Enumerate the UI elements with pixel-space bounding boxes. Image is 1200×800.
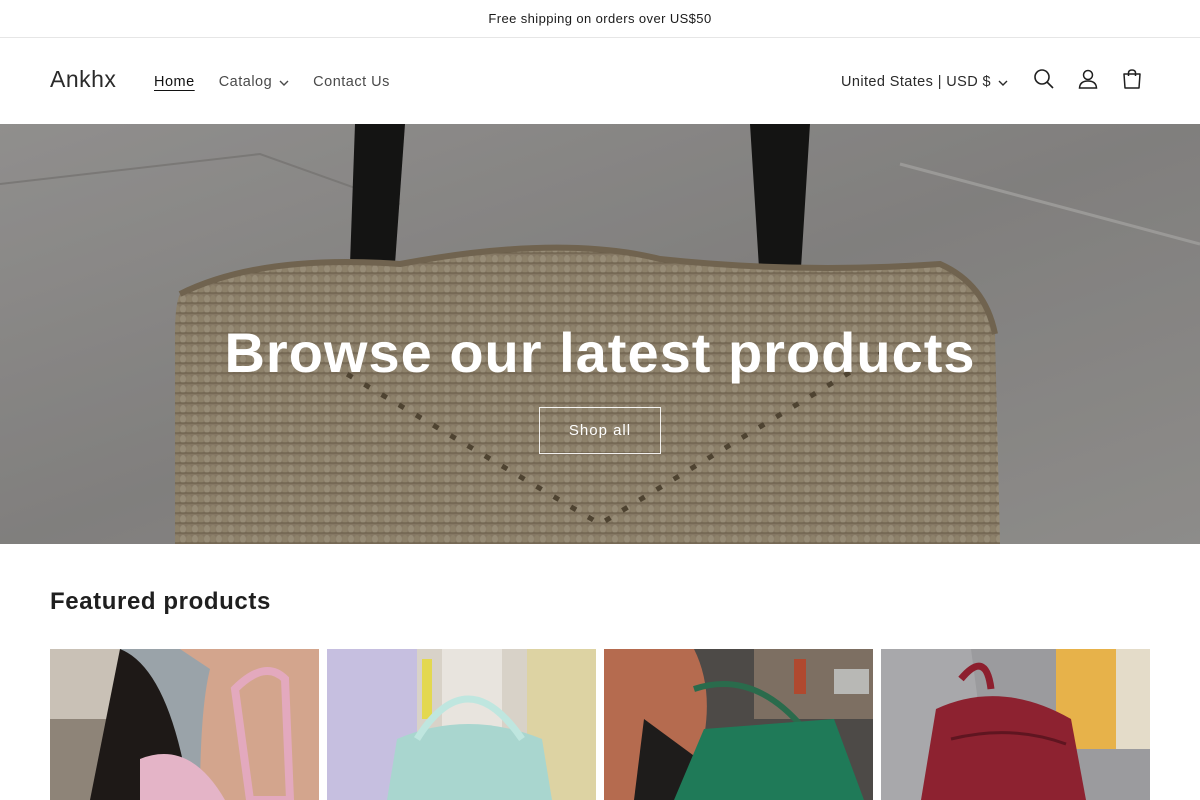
product-card-1[interactable]	[50, 649, 319, 800]
nav-item-label: Contact Us	[313, 73, 390, 90]
cart-icon	[1121, 68, 1143, 95]
main-nav: Home Catalog Contact Us	[142, 39, 402, 124]
site-header: Ankhx Home Catalog Contact Us United Sta…	[0, 39, 1200, 124]
header-actions: United States | USD $	[841, 39, 1154, 124]
announcement-bar: Free shipping on orders over US$50	[0, 0, 1200, 38]
search-button[interactable]	[1022, 60, 1066, 104]
nav-item-contact[interactable]: Contact Us	[301, 66, 402, 98]
nav-item-label: Catalog	[218, 73, 273, 90]
hero-title: Browse our latest products	[224, 321, 976, 384]
account-button[interactable]	[1066, 60, 1110, 104]
chevron-down-icon	[279, 74, 289, 90]
green-woven-tote-photo	[604, 649, 873, 800]
pink-shoulder-bag-photo	[50, 649, 319, 800]
chevron-down-icon	[998, 74, 1008, 90]
announcement-text: Free shipping on orders over US$50	[488, 11, 712, 26]
locale-label: United States | USD $	[841, 73, 991, 90]
product-card-2[interactable]	[327, 649, 596, 800]
product-card-3[interactable]	[604, 649, 873, 800]
shop-all-button[interactable]: Shop all	[539, 407, 661, 454]
store-logo[interactable]: Ankhx	[50, 66, 116, 93]
cart-button[interactable]	[1110, 60, 1154, 104]
nav-item-catalog[interactable]: Catalog	[207, 66, 301, 98]
featured-products-title: Featured products	[50, 588, 271, 615]
product-card-4[interactable]	[881, 649, 1150, 800]
mint-jelly-tote-photo	[327, 649, 596, 800]
nav-item-label: Home	[154, 73, 195, 90]
country-currency-selector[interactable]: United States | USD $	[841, 74, 1008, 90]
search-icon	[1033, 68, 1055, 95]
product-grid	[50, 649, 1150, 800]
red-floral-backpack-photo	[881, 649, 1150, 800]
hero-banner: Browse our latest products Shop all	[0, 124, 1200, 544]
nav-item-home[interactable]: Home	[142, 66, 207, 98]
account-icon	[1077, 68, 1099, 95]
